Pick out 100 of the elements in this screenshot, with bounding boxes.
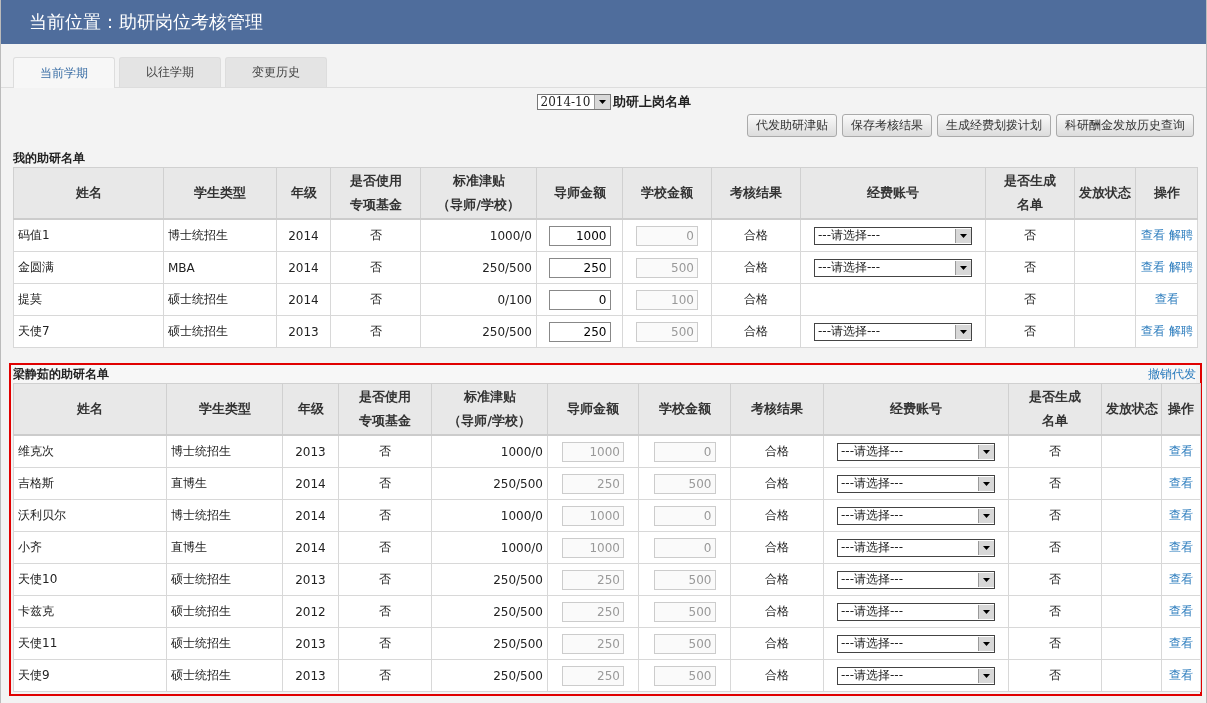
account-dropdown[interactable]: ---请选择--- — [837, 474, 995, 493]
standard-allowance-cell: 250/500 — [431, 627, 548, 660]
section-title: 我的助研名单 — [13, 150, 85, 167]
generated-cell: 否 — [1008, 627, 1102, 660]
revoke-link[interactable]: 撤销代发 — [1148, 366, 1196, 383]
account-dropdown[interactable]: ---请选择--- — [837, 602, 995, 621]
column-header: 操作 — [1161, 383, 1201, 435]
student-type-cell: 硕士统招生 — [166, 595, 283, 628]
account-dropdown[interactable]: ---请选择--- — [814, 258, 972, 277]
generated-cell: 否 — [1008, 435, 1102, 468]
result-cell: 合格 — [730, 435, 824, 468]
action-link[interactable]: 查看 — [1154, 292, 1179, 306]
action-button[interactable]: 科研酬金发放历史查询 — [1056, 114, 1194, 137]
grade-cell: 2014 — [282, 531, 339, 564]
action-link[interactable]: 解聘 — [1168, 228, 1193, 242]
grade-cell: 2013 — [282, 659, 339, 692]
special-fund-cell: 否 — [330, 283, 421, 316]
column-header: 年级 — [276, 167, 331, 219]
name-cell: 维克次 — [13, 435, 167, 468]
special-fund-cell: 否 — [338, 531, 432, 564]
generated-cell: 否 — [1008, 467, 1102, 500]
column-header: 发放状态 — [1101, 383, 1162, 435]
column-header: 是否使用 专项基金 — [330, 167, 421, 219]
result-cell: 合格 — [730, 531, 824, 564]
action-button[interactable]: 代发助研津贴 — [747, 114, 837, 137]
name-cell: 卡兹克 — [13, 595, 167, 628]
student-type-cell: 博士统招生 — [166, 435, 283, 468]
student-type-cell: MBA — [163, 251, 277, 284]
generated-cell: 否 — [1008, 499, 1102, 532]
name-cell: 天使10 — [13, 563, 167, 596]
account-dropdown[interactable]: ---请选择--- — [837, 442, 995, 461]
account-dropdown[interactable]: ---请选择--- — [837, 538, 995, 557]
grade-cell: 2013 — [276, 315, 331, 348]
action-button[interactable]: 保存考核结果 — [842, 114, 932, 137]
generated-cell: 否 — [985, 251, 1075, 284]
grade-cell: 2013 — [282, 627, 339, 660]
special-fund-cell: 否 — [330, 251, 421, 284]
column-header: 姓名 — [13, 383, 167, 435]
standard-allowance-cell: 1000/0 — [431, 499, 548, 532]
result-cell: 合格 — [711, 219, 801, 252]
special-fund-cell: 否 — [338, 659, 432, 692]
column-header: 学校金额 — [638, 383, 731, 435]
grade-cell: 2014 — [276, 283, 331, 316]
special-fund-cell: 否 — [338, 595, 432, 628]
name-cell: 沃利贝尔 — [13, 499, 167, 532]
action-button[interactable]: 生成经费划拨计划 — [937, 114, 1051, 137]
special-fund-cell: 否 — [338, 499, 432, 532]
name-cell: 码值1 — [13, 219, 164, 252]
action-link[interactable]: 解聘 — [1168, 324, 1193, 338]
tab[interactable]: 当前学期 — [13, 57, 115, 88]
tutor-amount-field[interactable]: 250 — [548, 321, 611, 342]
result-cell: 合格 — [730, 499, 824, 532]
generated-cell: 否 — [985, 315, 1075, 348]
action-link[interactable]: 查看 — [1140, 260, 1165, 274]
standard-allowance-cell: 250/500 — [431, 659, 548, 692]
generated-cell: 否 — [985, 219, 1075, 252]
student-type-cell: 硕士统招生 — [166, 563, 283, 596]
standard-allowance-cell: 1000/0 — [431, 531, 548, 564]
column-header: 经费账号 — [823, 383, 1009, 435]
special-fund-cell: 否 — [338, 627, 432, 660]
account-dropdown[interactable]: ---请选择--- — [814, 322, 972, 341]
account-dropdown[interactable]: ---请选择--- — [837, 506, 995, 525]
standard-allowance-cell: 250/500 — [420, 315, 537, 348]
action-link[interactable]: 查看 — [1140, 228, 1165, 242]
grade-cell: 2013 — [282, 563, 339, 596]
action-link[interactable]: 查看 — [1140, 324, 1165, 338]
account-dropdown[interactable]: ---请选择--- — [837, 666, 995, 685]
column-header: 标准津贴 （导师/学校） — [420, 167, 537, 219]
column-header: 导师金额 — [547, 383, 639, 435]
page-title: 当前位置：助研岗位考核管理 — [29, 10, 263, 34]
tutor-amount-field[interactable]: 0 — [548, 289, 611, 310]
column-header: 操作 — [1135, 167, 1198, 219]
name-cell: 金圆满 — [13, 251, 164, 284]
tab[interactable]: 变更历史 — [225, 57, 327, 87]
action-link[interactable]: 解聘 — [1168, 260, 1193, 274]
student-type-cell: 硕士统招生 — [163, 283, 277, 316]
student-type-cell: 硕士统招生 — [166, 659, 283, 692]
tutor-amount-field[interactable]: 1000 — [548, 225, 611, 246]
account-dropdown[interactable]: ---请选择--- — [814, 226, 972, 245]
account-dropdown[interactable]: ---请选择--- — [837, 570, 995, 589]
standard-allowance-cell: 250/500 — [431, 467, 548, 500]
tab[interactable]: 以往学期 — [119, 57, 221, 87]
name-cell: 天使9 — [13, 659, 167, 692]
section-title: 梁静茹的助研名单 — [13, 366, 109, 383]
column-header: 是否生成 名单 — [985, 167, 1075, 219]
tutor-amount-field[interactable]: 250 — [548, 257, 611, 278]
column-header: 经费账号 — [800, 167, 986, 219]
account-dropdown[interactable]: ---请选择--- — [837, 634, 995, 653]
name-cell: 天使7 — [13, 315, 164, 348]
column-header: 学校金额 — [622, 167, 712, 219]
special-fund-cell: 否 — [338, 563, 432, 596]
standard-allowance-cell: 250/500 — [420, 251, 537, 284]
special-fund-cell: 否 — [338, 435, 432, 468]
standard-allowance-cell: 1000/0 — [420, 219, 537, 252]
result-cell: 合格 — [730, 627, 824, 660]
generated-cell: 否 — [1008, 595, 1102, 628]
period-dropdown[interactable]: 2014-10 — [536, 94, 611, 110]
column-header: 姓名 — [13, 167, 164, 219]
result-cell: 合格 — [711, 283, 801, 316]
generated-cell: 否 — [1008, 531, 1102, 564]
